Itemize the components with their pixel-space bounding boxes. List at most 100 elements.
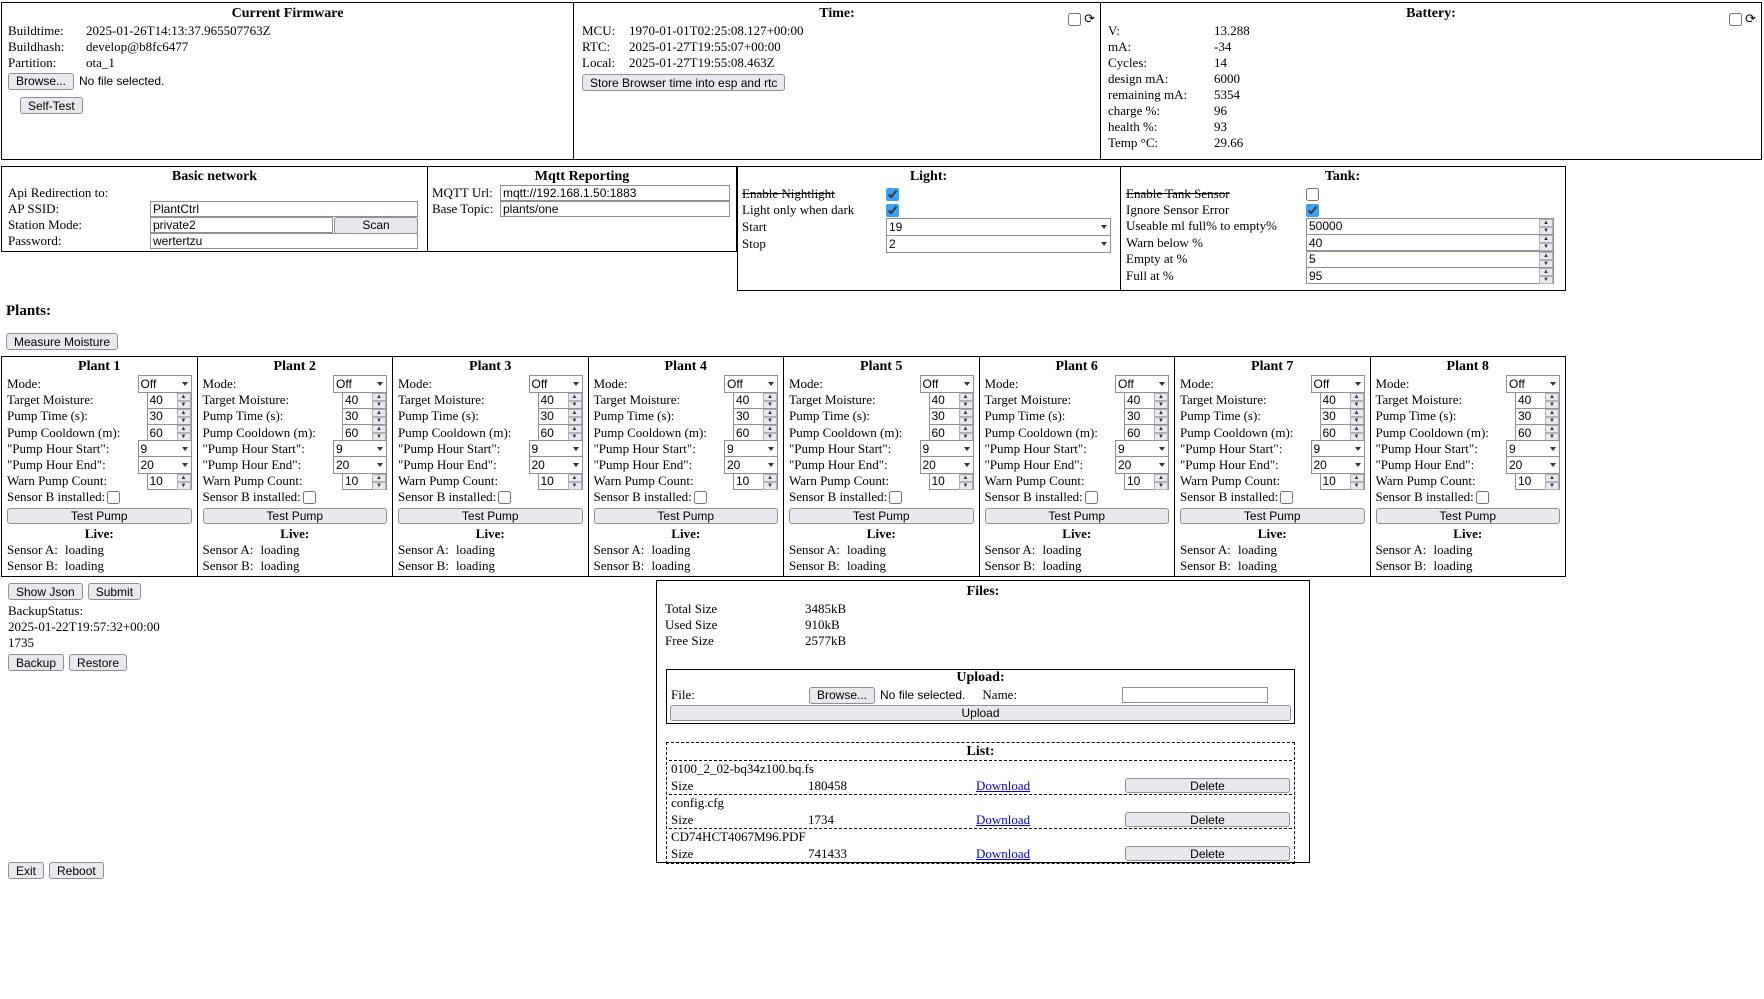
sensor-b-installed-checkbox[interactable] — [694, 491, 707, 504]
mode-select[interactable]: Off — [724, 375, 778, 393]
spinner-icon[interactable]: ▲▼ — [568, 409, 582, 424]
sensor-b-installed-checkbox[interactable] — [107, 491, 120, 504]
pump-hour-end-select[interactable]: 20 — [724, 456, 778, 474]
refresh-icon[interactable]: ⟳ — [1745, 13, 1756, 26]
spinner-icon[interactable]: ▲▼ — [177, 474, 191, 489]
spinner-icon[interactable]: ▲▼ — [568, 393, 582, 408]
spinner-icon[interactable]: ▲▼ — [1539, 235, 1553, 250]
warn-pump-count-value[interactable] — [343, 474, 372, 489]
pump-time-value[interactable] — [1125, 409, 1154, 424]
password-input[interactable] — [150, 233, 418, 249]
sensor-b-installed-checkbox[interactable] — [498, 491, 511, 504]
download-link[interactable]: Download — [976, 778, 1030, 794]
base-topic-input[interactable] — [500, 201, 730, 217]
pump-time-value[interactable] — [148, 409, 177, 424]
spinner-icon[interactable]: ▲▼ — [763, 409, 777, 424]
pump-cooldown-value[interactable] — [734, 425, 763, 440]
spinner-icon[interactable]: ▲▼ — [1350, 409, 1364, 424]
mqtt-url-input[interactable] — [500, 185, 730, 201]
spinner-icon[interactable]: ▲▼ — [1539, 219, 1553, 234]
spinner-icon[interactable]: ▲▼ — [1154, 474, 1168, 489]
test-pump-button[interactable]: Test Pump — [594, 508, 779, 524]
ignore-sensor-error-checkbox[interactable] — [1306, 204, 1319, 217]
measure-moisture-button[interactable]: Measure Moisture — [6, 333, 118, 350]
pump-cooldown-value[interactable] — [539, 425, 568, 440]
pump-cooldown-value[interactable] — [1321, 425, 1350, 440]
delete-button[interactable]: Delete — [1125, 812, 1290, 827]
target-moisture-value[interactable] — [343, 393, 372, 408]
sensor-b-installed-checkbox[interactable] — [1280, 491, 1293, 504]
station-mode-input[interactable] — [150, 217, 333, 233]
enable-tank-sensor-checkbox[interactable] — [1306, 188, 1319, 201]
backup-button[interactable]: Backup — [8, 654, 64, 671]
upload-browse-button[interactable]: Browse... — [809, 687, 875, 704]
tank-setting-value[interactable] — [1307, 268, 1539, 283]
pump-hour-end-select[interactable]: 20 — [138, 456, 192, 474]
spinner-icon[interactable]: ▲▼ — [959, 409, 973, 424]
pump-hour-end-select[interactable]: 20 — [920, 456, 974, 474]
upload-name-input[interactable] — [1122, 687, 1268, 703]
show-json-button[interactable]: Show Json — [8, 583, 83, 600]
battery-auto-refresh-checkbox[interactable] — [1729, 13, 1742, 26]
pump-hour-end-select[interactable]: 20 — [1311, 456, 1365, 474]
enable-nightlight-checkbox[interactable] — [886, 188, 899, 201]
pump-hour-end-select[interactable]: 20 — [333, 456, 387, 474]
warn-pump-count-value[interactable] — [930, 474, 959, 489]
light-stop-select[interactable]: 2 — [886, 235, 1111, 253]
pump-hour-end-select[interactable]: 20 — [529, 456, 583, 474]
mode-select[interactable]: Off — [1311, 375, 1365, 393]
ap-ssid-input[interactable] — [150, 201, 418, 217]
spinner-icon[interactable]: ▲▼ — [1545, 474, 1559, 489]
spinner-icon[interactable]: ▲▼ — [1545, 393, 1559, 408]
target-moisture-value[interactable] — [1516, 393, 1545, 408]
delete-button[interactable]: Delete — [1125, 846, 1290, 861]
firmware-browse-button[interactable]: Browse... — [8, 73, 74, 90]
spinner-icon[interactable]: ▲▼ — [372, 409, 386, 424]
warn-pump-count-value[interactable] — [1321, 474, 1350, 489]
spinner-icon[interactable]: ▲▼ — [1350, 474, 1364, 489]
download-link[interactable]: Download — [976, 846, 1030, 862]
target-moisture-value[interactable] — [734, 393, 763, 408]
download-link[interactable]: Download — [976, 812, 1030, 828]
mode-select[interactable]: Off — [1506, 375, 1560, 393]
mode-select[interactable]: Off — [138, 375, 192, 393]
pump-time-value[interactable] — [1321, 409, 1350, 424]
spinner-icon[interactable]: ▲▼ — [1539, 268, 1553, 283]
refresh-icon[interactable]: ⟳ — [1084, 13, 1095, 26]
spinner-icon[interactable]: ▲▼ — [1154, 409, 1168, 424]
sensor-b-installed-checkbox[interactable] — [1476, 491, 1489, 504]
delete-button[interactable]: Delete — [1125, 778, 1290, 793]
spinner-icon[interactable]: ▲▼ — [959, 393, 973, 408]
spinner-icon[interactable]: ▲▼ — [1545, 409, 1559, 424]
target-moisture-value[interactable] — [1125, 393, 1154, 408]
target-moisture-value[interactable] — [148, 393, 177, 408]
spinner-icon[interactable]: ▲▼ — [763, 474, 777, 489]
spinner-icon[interactable]: ▲▼ — [959, 425, 973, 440]
spinner-icon[interactable]: ▲▼ — [372, 474, 386, 489]
spinner-icon[interactable]: ▲▼ — [372, 393, 386, 408]
pump-time-value[interactable] — [343, 409, 372, 424]
warn-pump-count-value[interactable] — [1125, 474, 1154, 489]
test-pump-button[interactable]: Test Pump — [789, 508, 974, 524]
warn-pump-count-value[interactable] — [734, 474, 763, 489]
test-pump-button[interactable]: Test Pump — [203, 508, 388, 524]
spinner-icon[interactable]: ▲▼ — [959, 474, 973, 489]
test-pump-button[interactable]: Test Pump — [1376, 508, 1561, 524]
warn-pump-count-value[interactable] — [148, 474, 177, 489]
spinner-icon[interactable]: ▲▼ — [1350, 393, 1364, 408]
sensor-b-installed-checkbox[interactable] — [1085, 491, 1098, 504]
time-auto-refresh-checkbox[interactable] — [1068, 13, 1081, 26]
light-only-dark-checkbox[interactable] — [886, 204, 899, 217]
spinner-icon[interactable]: ▲▼ — [763, 393, 777, 408]
pump-time-value[interactable] — [539, 409, 568, 424]
sensor-b-installed-checkbox[interactable] — [889, 491, 902, 504]
spinner-icon[interactable]: ▲▼ — [177, 393, 191, 408]
pump-time-value[interactable] — [930, 409, 959, 424]
reboot-button[interactable]: Reboot — [49, 862, 104, 879]
pump-hour-end-select[interactable]: 20 — [1506, 456, 1560, 474]
spinner-icon[interactable]: ▲▼ — [568, 425, 582, 440]
pump-time-value[interactable] — [734, 409, 763, 424]
target-moisture-value[interactable] — [1321, 393, 1350, 408]
test-pump-button[interactable]: Test Pump — [1180, 508, 1365, 524]
mode-select[interactable]: Off — [1115, 375, 1169, 393]
